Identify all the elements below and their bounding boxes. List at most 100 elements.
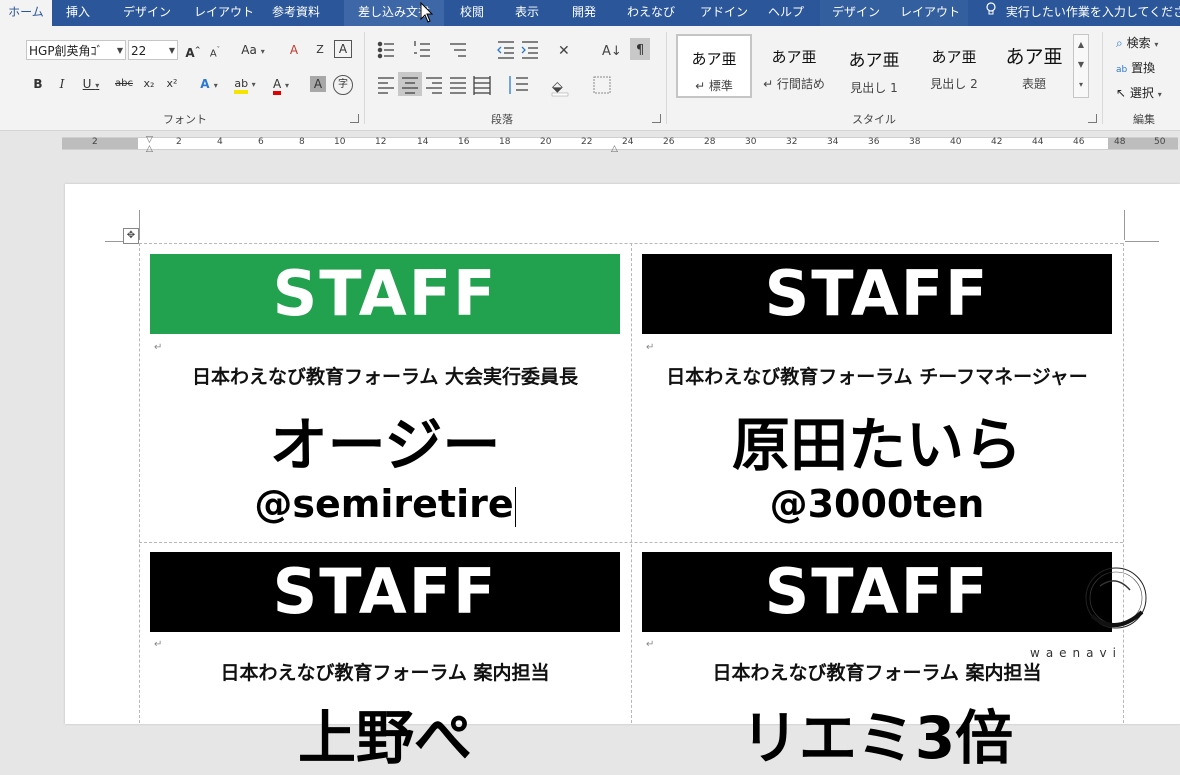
style-name: 表題 (1021, 77, 1046, 91)
highlight-button[interactable]: ab ▾ (230, 74, 260, 94)
chevron-up-icon[interactable]: ▲ (1074, 35, 1088, 55)
tab-review[interactable]: 校閲 (460, 0, 484, 26)
staff-name: 原田たいら (731, 411, 1022, 479)
phonetic-guide-icon: Z (316, 43, 324, 56)
staff-name: リエミ3倍 (740, 704, 1014, 772)
crop-mark (1125, 241, 1159, 242)
numbering-icon (414, 41, 430, 57)
style-name: 見出し 2 (930, 77, 978, 91)
justify-icon (450, 77, 466, 94)
text-effects-button[interactable]: A ▾ (196, 74, 222, 94)
table-move-handle-icon[interactable]: ✥ (123, 228, 139, 244)
enclose-characters-button[interactable]: 字 (333, 75, 353, 95)
ruler-number: 44 (1032, 137, 1044, 147)
style-normal[interactable]: あア亜 ↵ 標準 (676, 34, 752, 98)
crop-mark (1124, 210, 1125, 240)
tab-design[interactable]: デザイン (123, 0, 171, 26)
italic-button[interactable]: I (54, 74, 70, 94)
underline-button[interactable]: U ▾ (78, 74, 104, 94)
tab-view[interactable]: 表示 (515, 0, 539, 26)
italic-label: I (59, 77, 65, 91)
style-title[interactable]: あア亜 表題 (996, 34, 1072, 98)
highlight-icon: ab (234, 77, 249, 94)
staff-handle[interactable]: @semiretire (140, 482, 630, 527)
bold-button[interactable]: B (30, 74, 46, 94)
tab-developer[interactable]: 開発 (572, 0, 596, 26)
style-sample: あア亜 (771, 48, 817, 66)
name-card[interactable]: STAFF ↵ 日本わえなび教育フォーラム 大会実行委員長 オージー @semi… (140, 244, 630, 542)
paragraph-group-label: 段落 (491, 113, 513, 126)
shrink-font-button[interactable]: Aˇ (206, 40, 224, 60)
font-name-combo[interactable]: HGP創英角ｺﾞ ▼ (26, 40, 126, 60)
strikethrough-button[interactable]: abc (112, 74, 136, 94)
more-styles-icon[interactable]: ▾ (1074, 75, 1088, 95)
style-name: ↵ 標準 (695, 79, 733, 93)
change-case-button[interactable]: Aa ▾ (238, 40, 268, 60)
replace-button[interactable]: ab 置換 (1116, 59, 1155, 76)
group-divider (666, 32, 667, 124)
phonetic-guide-button[interactable]: Z (312, 40, 328, 60)
ruler-number: 2 (176, 137, 182, 147)
paragraph-mark-icon: ↵ (154, 639, 163, 650)
chevron-down-icon[interactable]: ▼ (1074, 55, 1088, 75)
find-label: 検索 (1126, 36, 1151, 50)
tab-waenavi[interactable]: わえなび (627, 0, 675, 26)
bold-label: B (33, 77, 43, 91)
superscript-label: x² (166, 77, 178, 90)
underline-label: U (82, 77, 92, 91)
tab-help[interactable]: ヘルプ (768, 0, 804, 26)
ruler-number: 10 (334, 137, 346, 147)
character-shading-button[interactable]: A (310, 76, 326, 92)
ruler-number: 36 (868, 137, 880, 147)
ribbon: HGP創英角ｺﾞ ▼ 22 ▼ A^ Aˇ Aa ▾ A Z A B I U ▾… (0, 26, 1180, 131)
style-heading-1[interactable]: あア亜 見出し 1 (836, 34, 912, 98)
tab-insert[interactable]: 挿入 (66, 0, 90, 26)
name-card[interactable]: STAFF ↵ 日本わえなび教育フォーラム チーフマネージャー 原田たいら @3… (632, 244, 1122, 542)
style-sample: あア亜 (691, 50, 737, 68)
font-dialog-launcher-icon[interactable] (350, 114, 359, 123)
find-button[interactable]: ⌕ 検索 ▾ (1116, 34, 1158, 51)
ruler-number: 32 (786, 137, 798, 147)
first-line-indent-marker[interactable]: ▽ (146, 136, 155, 145)
cursor-arrow-icon: ↖ (1116, 86, 1127, 100)
tab-references[interactable]: 参考資料 (272, 0, 320, 26)
replace-label: 置換 (1131, 61, 1156, 75)
group-divider (1102, 32, 1103, 124)
subscript-button[interactable]: x₂ (140, 74, 158, 94)
tab-layout[interactable]: レイアウト (194, 0, 254, 26)
document-page[interactable]: ✥ STAFF ↵ 日本わえなび教育フォーラム 大会実行委員長 オージー @se… (65, 184, 1180, 772)
style-heading-2[interactable]: あア亜 見出し 2 (916, 34, 992, 98)
font-color-button[interactable]: A ▾ (266, 74, 296, 95)
horizontal-ruler[interactable]: 2 2 4 6 8 10 12 14 16 18 20 22 24 26 28 … (0, 131, 1180, 154)
tab-home[interactable]: ホーム (0, 0, 52, 26)
hanging-indent-marker[interactable]: △ (146, 145, 155, 154)
lightbulb-icon (980, 0, 1002, 24)
clear-formatting-button[interactable]: A (285, 40, 303, 60)
styles-dialog-launcher-icon[interactable] (1088, 114, 1097, 123)
paragraph-dialog-launcher-icon[interactable] (652, 114, 661, 123)
font-size-value: 22 (131, 44, 147, 58)
tell-me-box[interactable]: 実行したい作業を入力してください (980, 0, 1180, 26)
ruler-number: 48 (1114, 137, 1126, 147)
tab-table-design[interactable]: デザイン (820, 0, 892, 26)
tab-table-layout[interactable]: レイアウト (892, 0, 968, 26)
chevron-down-icon: ▼ (116, 46, 123, 55)
tab-addins[interactable]: アドイン (700, 0, 748, 26)
name-card[interactable]: STAFF ↵ 日本わえなび教育フォーラム 案内担当 上野ぺ (140, 543, 630, 772)
distributed-icon (473, 76, 491, 95)
staff-handle[interactable]: @3000ten (632, 482, 1122, 526)
character-border-button[interactable]: A (334, 40, 352, 58)
search-icon: ⌕ (1116, 36, 1123, 50)
style-no-spacing[interactable]: あア亜 ↵ 行間詰め (756, 34, 832, 98)
font-size-combo[interactable]: 22 ▼ (128, 40, 178, 60)
grow-font-button[interactable]: A^ (184, 40, 202, 60)
select-button[interactable]: ↖ 選択 ▾ (1116, 84, 1162, 101)
ruler-number: 30 (745, 137, 757, 147)
superscript-button[interactable]: x² (163, 74, 181, 94)
ruler-number: 20 (540, 137, 552, 147)
staff-banner: STAFF (150, 552, 620, 632)
staff-name: オージー (269, 411, 501, 479)
right-indent-marker[interactable]: △ (611, 145, 620, 154)
role-text: 日本わえなび教育フォーラム チーフマネージャー (666, 366, 1088, 388)
styles-gallery-scroller[interactable]: ▲ ▼ ▾ (1073, 34, 1089, 98)
